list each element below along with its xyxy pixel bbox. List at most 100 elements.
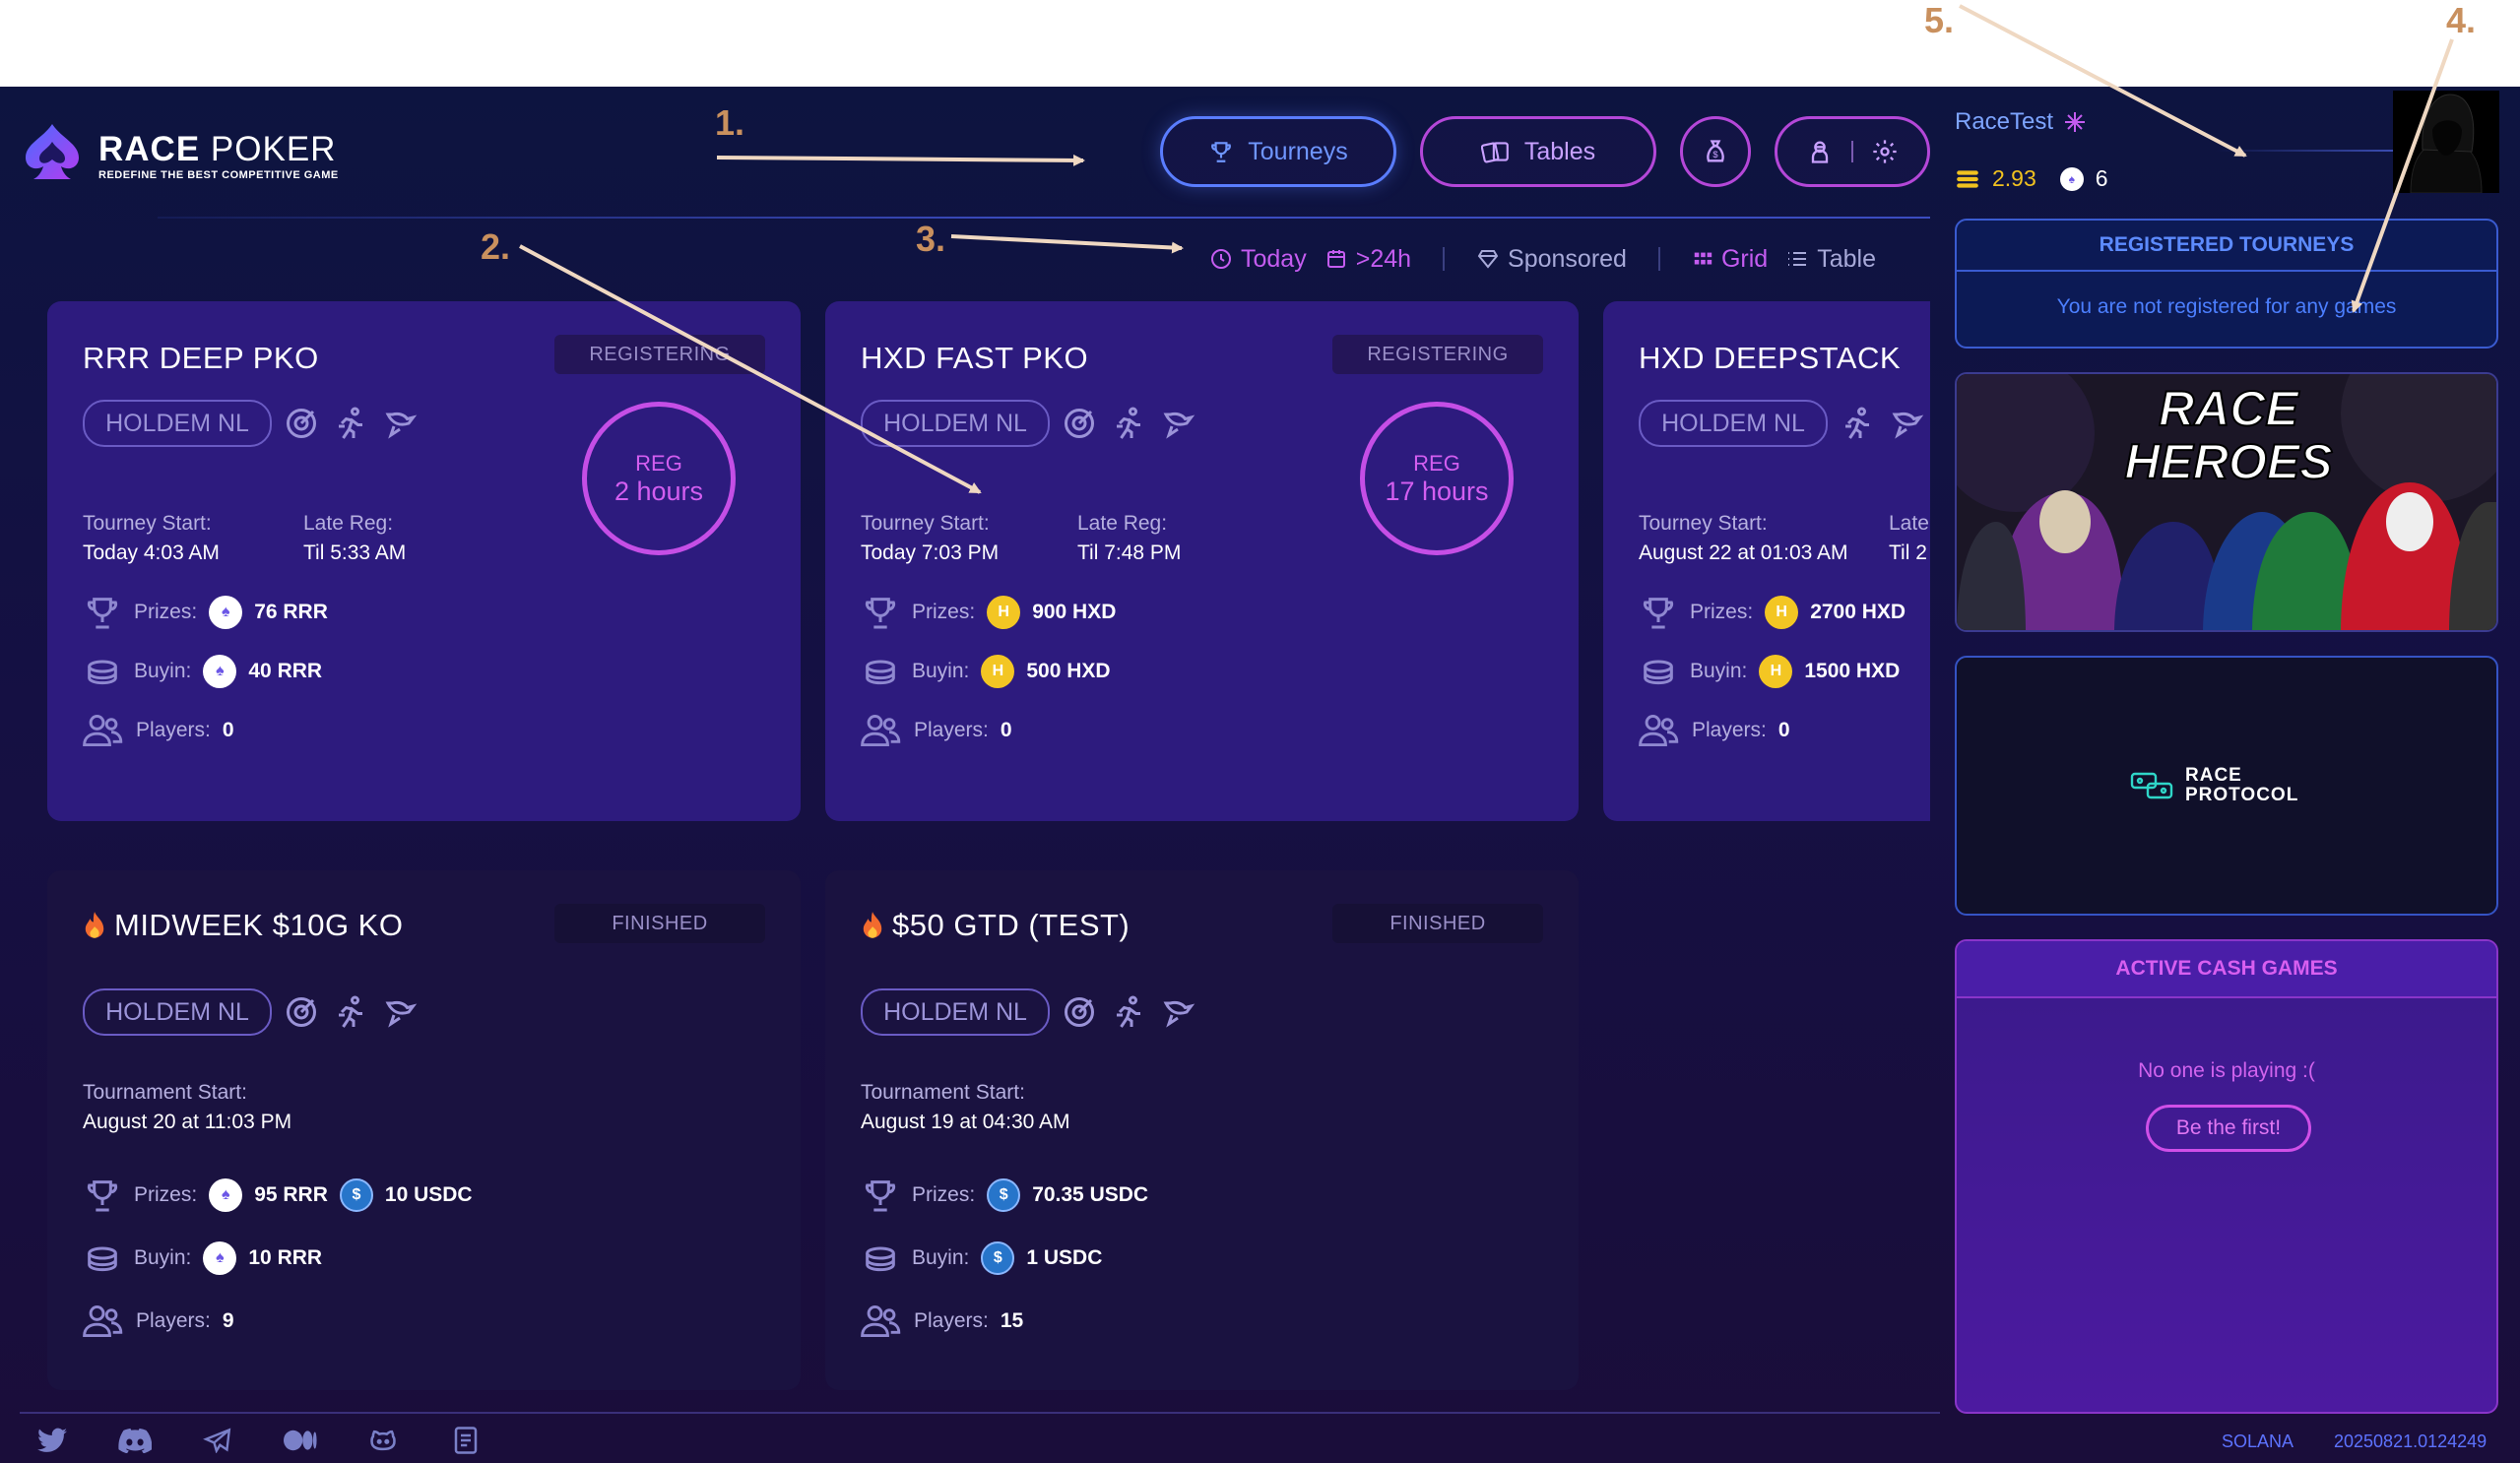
money-bag-button[interactable]: $ — [1680, 116, 1751, 187]
status-badge: REGISTERING — [554, 335, 765, 374]
buyin-row: Buyin: ♠ 40 RRR — [83, 652, 322, 691]
heroes-title-line1: RACE — [2159, 381, 2299, 436]
start-time: Today 7:03 PM — [861, 541, 1000, 564]
card-title: RRR DEEP PKO — [83, 341, 319, 375]
registered-tourneys-panel: REGISTERED TOURNEYS You are not register… — [1955, 219, 2498, 349]
view-table[interactable]: Table — [1785, 245, 1876, 274]
chips-icon — [88, 1246, 117, 1272]
docs-icon[interactable] — [449, 1426, 483, 1455]
be-the-first-button[interactable]: Be the first! — [2146, 1105, 2311, 1152]
prizes-value: 900 HXD — [1032, 601, 1117, 623]
prizes-row: Prizes: H 900 HXD — [861, 593, 1116, 632]
active-cash-games-empty: No one is playing :( — [2138, 1059, 2315, 1082]
clock-icon — [1211, 249, 1231, 269]
medium-icon[interactable] — [284, 1426, 317, 1455]
trophy-icon — [1211, 142, 1232, 162]
players-value: 0 — [1000, 719, 1012, 741]
late-reg-label: Late — [1889, 512, 1929, 535]
divider — [1443, 247, 1446, 271]
protocol-line2: PROTOCOL — [2185, 785, 2299, 805]
game-type-pill: HOLDEM NL — [861, 400, 1050, 447]
tournament-card[interactable]: HXD FAST PKO REGISTERING HOLDEM NL REG 17… — [825, 301, 1579, 821]
username-text: RaceTest — [1955, 108, 2054, 135]
running-icon — [1109, 404, 1148, 443]
filter-sponsored[interactable]: Sponsored — [1476, 245, 1627, 274]
hxd-coin-icon: H — [987, 596, 1021, 629]
prizes-label: Prizes: — [912, 601, 976, 623]
hxd-coin-icon: H — [1765, 596, 1799, 629]
prizes-row: Prizes: ♠ 76 RRR — [83, 593, 328, 632]
registration-timer: REG 17 hours — [1360, 402, 1514, 555]
buyin-row: Buyin: ♠ 10 RRR — [83, 1239, 322, 1278]
buyin-value: 10 RRR — [248, 1246, 323, 1269]
tournament-card[interactable]: MIDWEEK $10G KO FINISHED HOLDEM NL Tourn… — [47, 870, 801, 1390]
players-label: Players: — [136, 1309, 211, 1332]
start-label: Tournament Start: — [83, 1081, 247, 1104]
players-icon — [83, 715, 123, 746]
start-label: Tourney Start: — [861, 512, 990, 535]
filter-later[interactable]: >24h — [1325, 245, 1411, 274]
hxd-coin-icon: H — [1759, 655, 1793, 688]
players-value: 0 — [222, 719, 234, 741]
start-label: Tourney Start: — [1639, 512, 1768, 535]
players-row: Players: 0 — [861, 711, 1012, 750]
prizes-label: Prizes: — [912, 1183, 976, 1206]
start-time: August 19 at 04:30 AM — [861, 1111, 1070, 1133]
tournament-card[interactable]: $50 GTD (TEST) FINISHED HOLDEM NL Tourna… — [825, 870, 1579, 1390]
prizes-row: Prizes: H 2700 HXD — [1639, 593, 1906, 632]
network-label: SOLANA — [2222, 1431, 2294, 1451]
tourneys-label: Tourneys — [1248, 137, 1348, 165]
hacker-icon[interactable] — [1806, 138, 1834, 165]
late-reg-label: Late Reg: — [303, 512, 394, 535]
card-features — [282, 992, 420, 1032]
usdc-coin-icon: $ — [339, 1178, 373, 1212]
late-reg-time: Til 7:48 PM — [1077, 541, 1182, 564]
race-protocol-icon — [2130, 772, 2173, 799]
rrr-coin-icon: ♠ — [209, 596, 243, 629]
players-label: Players: — [136, 719, 211, 741]
card-title: HXD FAST PKO — [861, 341, 1089, 375]
tables-button[interactable]: Tables — [1420, 116, 1656, 187]
bird-icon — [380, 992, 420, 1032]
social-links — [35, 1426, 483, 1455]
reg-time: 2 hours — [614, 476, 704, 506]
annotation-number-3: 3. — [916, 219, 946, 259]
view-grid[interactable]: Grid — [1692, 245, 1768, 274]
discord-icon[interactable] — [118, 1426, 152, 1455]
divider — [1657, 247, 1660, 271]
snowflake-icon — [2065, 112, 2086, 132]
chips-icon — [88, 660, 117, 685]
usdc-coin-icon: $ — [981, 1241, 1015, 1275]
filter-later-label: >24h — [1355, 244, 1412, 273]
race-heroes-banner[interactable]: RACE HEROES — [1955, 372, 2498, 632]
players-value: 0 — [1777, 719, 1790, 741]
filter-sponsored-label: Sponsored — [1508, 244, 1627, 273]
github-icon[interactable] — [366, 1426, 400, 1455]
status-badge: FINISHED — [554, 904, 765, 943]
active-cash-games-panel: ACTIVE CASH GAMES No one is playing :( B… — [1955, 939, 2498, 1414]
filter-today-label: Today — [1241, 244, 1307, 273]
card-title: $50 GTD (TEST) — [861, 908, 1130, 943]
card-title: MIDWEEK $10G KO — [83, 908, 403, 943]
card-features — [1838, 404, 1926, 443]
gold-coins-icon — [1957, 169, 1978, 188]
bird-icon — [1158, 992, 1197, 1032]
running-icon — [1109, 992, 1148, 1032]
race-protocol-banner[interactable]: RACE PROTOCOL — [1955, 656, 2498, 916]
user-name[interactable]: RaceTest — [1955, 108, 2087, 136]
gear-icon[interactable] — [1871, 138, 1899, 165]
calendar-icon — [1326, 250, 1345, 268]
tournament-card[interactable]: RRR DEEP PKO REGISTERING HOLDEM NL REG 2 … — [47, 301, 801, 821]
annotation-number-1: 1. — [715, 102, 745, 143]
tourneys-button[interactable]: Tourneys — [1160, 116, 1396, 187]
money-bag-icon: $ — [1707, 140, 1724, 162]
target-icon — [282, 992, 321, 1032]
rrr-coin-icon: ♠ — [203, 1241, 237, 1275]
buyin-value: 1 USDC — [1026, 1246, 1103, 1269]
filter-today[interactable]: Today — [1209, 245, 1307, 274]
tournament-card[interactable]: HXD DEEPSTACK HOLDEM NL Tourney Start: A… — [1603, 301, 1930, 821]
telegram-icon[interactable] — [201, 1426, 234, 1455]
twitter-icon[interactable] — [35, 1426, 69, 1455]
avatar[interactable] — [2393, 91, 2499, 193]
grid-icon — [1694, 252, 1712, 265]
